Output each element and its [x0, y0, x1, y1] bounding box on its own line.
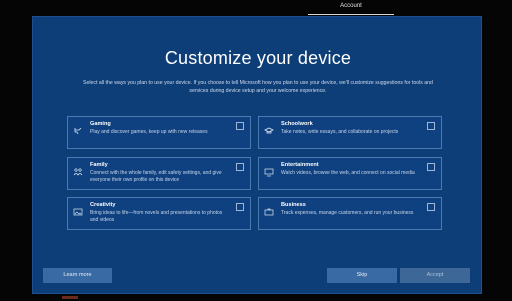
graduation-cap-icon [264, 123, 274, 134]
option-name: Entertainment [281, 162, 319, 168]
customize-panel: Customize your device Select all the way… [32, 16, 482, 294]
option-card-business[interactable]: Business Track expenses, manage customer… [258, 197, 442, 230]
option-description: Bring ideas to life—from novels and pres… [90, 210, 223, 223]
option-checkbox[interactable] [236, 122, 244, 130]
skip-button[interactable]: Skip [327, 268, 397, 283]
option-checkbox[interactable] [236, 163, 244, 171]
accept-button[interactable]: Accept [400, 268, 470, 283]
option-description: Take notes, write essays, and collaborat… [281, 129, 399, 135]
option-card-creativity[interactable]: Creativity Bring ideas to life—from nove… [67, 197, 251, 230]
monitor-icon [264, 164, 274, 177]
option-name: Business [281, 202, 306, 208]
option-card-entertainment[interactable]: Entertainment Watch videos, browse the w… [258, 157, 442, 190]
photo-icon [73, 204, 83, 216]
top-bar: Account [0, 0, 512, 16]
option-name: Schoolwork [281, 121, 313, 127]
page-title: Customize your device [164, 48, 352, 68]
learn-more-button[interactable]: Learn more [43, 268, 112, 283]
option-name: Family [90, 162, 108, 168]
bottom-strip [0, 294, 512, 301]
option-name: Creativity [90, 202, 116, 208]
briefcase-icon [264, 204, 274, 216]
option-name: Gaming [90, 121, 111, 127]
option-card-gaming[interactable]: Gaming Play and discover games, keep up … [67, 116, 251, 149]
bottom-indicator [62, 296, 78, 299]
option-card-schoolwork[interactable]: Schoolwork Take notes, write essays, and… [258, 116, 442, 149]
option-checkbox[interactable] [427, 203, 435, 211]
option-checkbox[interactable] [427, 163, 435, 171]
family-icon [73, 164, 83, 176]
page-subtitle: Select all the ways you plan to use your… [83, 80, 433, 94]
option-checkbox[interactable] [236, 203, 244, 211]
option-description: Connect with the whole family, edit safe… [90, 170, 222, 183]
option-card-family[interactable]: Family Connect with the whole family, ed… [67, 157, 251, 190]
gamepad-icon [73, 123, 83, 135]
account-tab[interactable]: Account [308, 0, 394, 15]
option-checkbox[interactable] [427, 122, 435, 130]
option-description: Watch videos, browse the web, and connec… [281, 170, 415, 176]
option-description: Play and discover games, keep up with ne… [90, 129, 208, 135]
option-description: Track expenses, manage customers, and ru… [281, 210, 414, 216]
